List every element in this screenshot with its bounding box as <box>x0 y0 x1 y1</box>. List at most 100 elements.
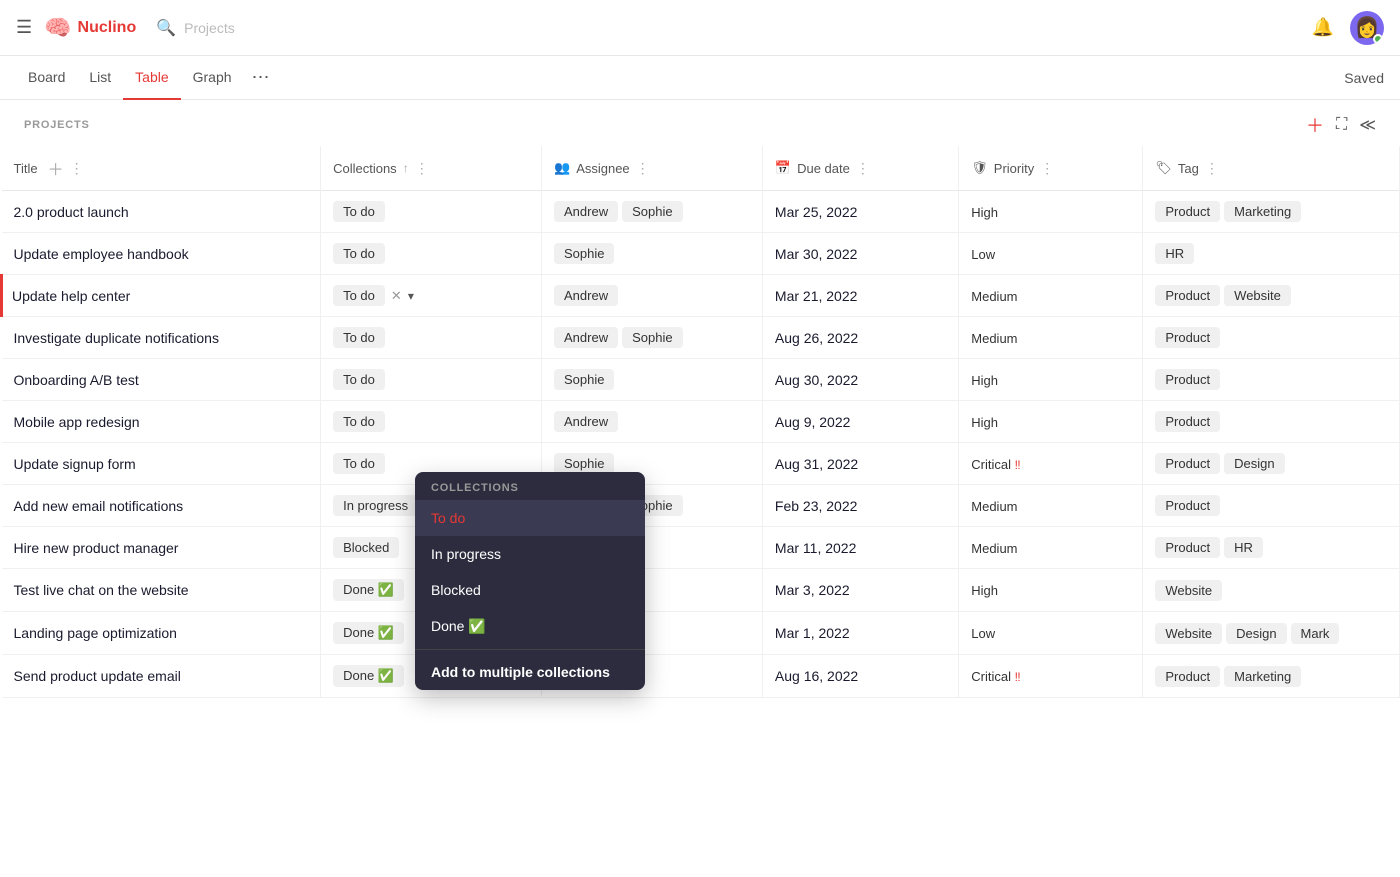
cell-title: 2.0 product launch ＋ ⋮ <box>2 191 321 233</box>
expand-button[interactable]: ⛶ <box>1336 116 1347 134</box>
col-priority-menu[interactable]: ⋮ <box>1040 160 1054 177</box>
tag-chip[interactable]: HR <box>1155 243 1194 264</box>
search-bar[interactable]: 🔍 Projects <box>156 18 1311 38</box>
dropdown-item-todo-label: To do <box>431 510 465 526</box>
tab-list[interactable]: List <box>77 56 123 100</box>
cell-title: Mobile app redesign ＋ ⋮ <box>2 401 321 443</box>
collection-badge[interactable]: To do <box>333 411 385 432</box>
dropdown-add-multiple[interactable]: Add to multiple collections <box>415 654 645 690</box>
tag-chip[interactable]: Product <box>1155 369 1220 390</box>
critical-icon: ‼ <box>1015 458 1021 472</box>
dropdown-item-todo[interactable]: To do <box>415 500 645 536</box>
col-collections-menu[interactable]: ⋮ <box>415 160 429 177</box>
collection-badge[interactable]: Done ✅ <box>333 579 404 601</box>
priority-value: Medium <box>971 499 1017 514</box>
tag-chip[interactable]: Website <box>1224 285 1291 306</box>
collapse-button[interactable]: ≪ <box>1359 115 1376 135</box>
col-due-date-menu[interactable]: ⋮ <box>856 160 870 177</box>
cell-title: Send product update email ＋ ⋮ <box>2 655 321 698</box>
notification-icon[interactable]: 🔔 <box>1312 17 1334 38</box>
tag-chip[interactable]: Website <box>1155 580 1222 601</box>
assignee-chip[interactable]: Sophie <box>554 369 614 390</box>
collection-badge[interactable]: Blocked <box>333 537 399 558</box>
collection-badge[interactable]: Done ✅ <box>333 665 404 687</box>
tag-chip[interactable]: Product <box>1155 285 1220 306</box>
tag-chip[interactable]: Mark <box>1291 623 1340 644</box>
col-menu-icon[interactable]: ⋮ <box>70 160 84 177</box>
priority-value: Medium <box>971 541 1017 556</box>
collection-badge[interactable]: To do <box>333 327 385 348</box>
tag-chip[interactable]: Website <box>1155 623 1222 644</box>
tab-board[interactable]: Board <box>16 56 77 100</box>
tag-chip[interactable]: Design <box>1226 623 1286 644</box>
cell-title: Landing page optimization ＋ ⋮ <box>2 612 321 655</box>
tag-chip[interactable]: Product <box>1155 201 1220 222</box>
assignee-chip[interactable]: Sophie <box>554 243 614 264</box>
dropdown-item-inprogress[interactable]: In progress <box>415 536 645 572</box>
section-label: PROJECTS <box>24 119 1306 131</box>
title-text: Add new email notifications <box>14 498 184 514</box>
tag-chip[interactable]: Design <box>1224 453 1284 474</box>
cell-due-date: Mar 21, 2022 <box>762 275 958 317</box>
due-date-value: Mar 1, 2022 <box>775 625 850 641</box>
tab-table[interactable]: Table <box>123 56 180 100</box>
tag-chip[interactable]: HR <box>1224 537 1263 558</box>
col-assignee-menu[interactable]: ⋮ <box>636 160 650 177</box>
priority-value: Low <box>971 626 995 641</box>
sort-up-icon[interactable]: ↑ <box>403 161 409 175</box>
tag-chip[interactable]: Product <box>1155 411 1220 432</box>
tag-chip[interactable]: Product <box>1155 537 1220 558</box>
assignee-chip[interactable]: Andrew <box>554 411 618 432</box>
cell-title: Update help center ＋ ⋮ <box>2 275 321 317</box>
top-nav: ☰ 🧠 Nuclino 🔍 Projects 🔔 👩 <box>0 0 1400 56</box>
collection-badge[interactable]: To do <box>333 369 385 390</box>
tab-graph[interactable]: Graph <box>181 56 244 100</box>
dropdown-item-done[interactable]: Done ✅ <box>415 608 645 645</box>
collection-chevron-icon[interactable]: ▾ <box>408 289 414 303</box>
nav-right: 🔔 👩 <box>1312 11 1384 45</box>
collection-badge[interactable]: To do <box>333 201 385 222</box>
assignee-chip[interactable]: Andrew <box>554 201 618 222</box>
tag-chip[interactable]: Marketing <box>1224 201 1301 222</box>
collection-badge[interactable]: To do <box>333 453 385 474</box>
col-title-label: Title <box>14 161 38 176</box>
collection-badge[interactable]: To do <box>333 243 385 264</box>
due-date-value: Aug 31, 2022 <box>775 456 858 472</box>
cell-assignee: Sophie <box>542 359 763 401</box>
collection-badge[interactable]: In progress <box>333 495 418 516</box>
col-tag-menu[interactable]: ⋮ <box>1205 160 1219 177</box>
assignee-chip[interactable]: Andrew <box>554 285 618 306</box>
col-collections: Collections ↑ ⋮ <box>321 146 542 191</box>
title-text: Mobile app redesign <box>14 414 140 430</box>
due-date-value: Mar 30, 2022 <box>775 246 858 262</box>
priority-icon: 🛡 <box>971 160 988 176</box>
due-date-value: Mar 11, 2022 <box>775 540 856 556</box>
table-row: Hire new product manager ＋ ⋮ BlockedSoph… <box>2 527 1400 569</box>
tag-chip[interactable]: Marketing <box>1224 666 1301 687</box>
table-row: Update employee handbook ＋ ⋮ To doSophie… <box>2 233 1400 275</box>
dropdown-item-blocked[interactable]: Blocked <box>415 572 645 608</box>
title-text: Test live chat on the website <box>14 582 189 598</box>
add-field-button[interactable]: ＋ <box>1306 112 1324 138</box>
avatar[interactable]: 👩 <box>1350 11 1384 45</box>
tag-chip[interactable]: Product <box>1155 453 1220 474</box>
cell-priority: High <box>959 401 1143 443</box>
cell-tags: ProductMarketing <box>1143 191 1400 233</box>
assignee-chip[interactable]: Sophie <box>622 201 682 222</box>
projects-table: Title ＋ ⋮ Collections ↑ ⋮ 👥 Assigne <box>0 146 1400 698</box>
collection-remove-icon[interactable]: ✕ <box>391 288 402 304</box>
tag-chip[interactable]: Product <box>1155 327 1220 348</box>
collection-badge[interactable]: To do <box>333 285 385 306</box>
tag-chip[interactable]: Product <box>1155 495 1220 516</box>
menu-icon[interactable]: ☰ <box>16 17 32 38</box>
tag-chip[interactable]: Product <box>1155 666 1220 687</box>
assignee-chip[interactable]: Sophie <box>622 327 682 348</box>
assignee-chip[interactable]: Andrew <box>554 327 618 348</box>
add-column-icon[interactable]: ＋ <box>48 156 64 180</box>
cell-priority: Medium <box>959 317 1143 359</box>
more-tabs-icon[interactable]: ⋯ <box>248 67 274 88</box>
assignee-chip[interactable]: Sophie <box>554 453 614 474</box>
col-assignee-label: Assignee <box>576 161 629 176</box>
priority-value: Critical ‼ <box>971 669 1020 684</box>
collection-badge[interactable]: Done ✅ <box>333 622 404 644</box>
